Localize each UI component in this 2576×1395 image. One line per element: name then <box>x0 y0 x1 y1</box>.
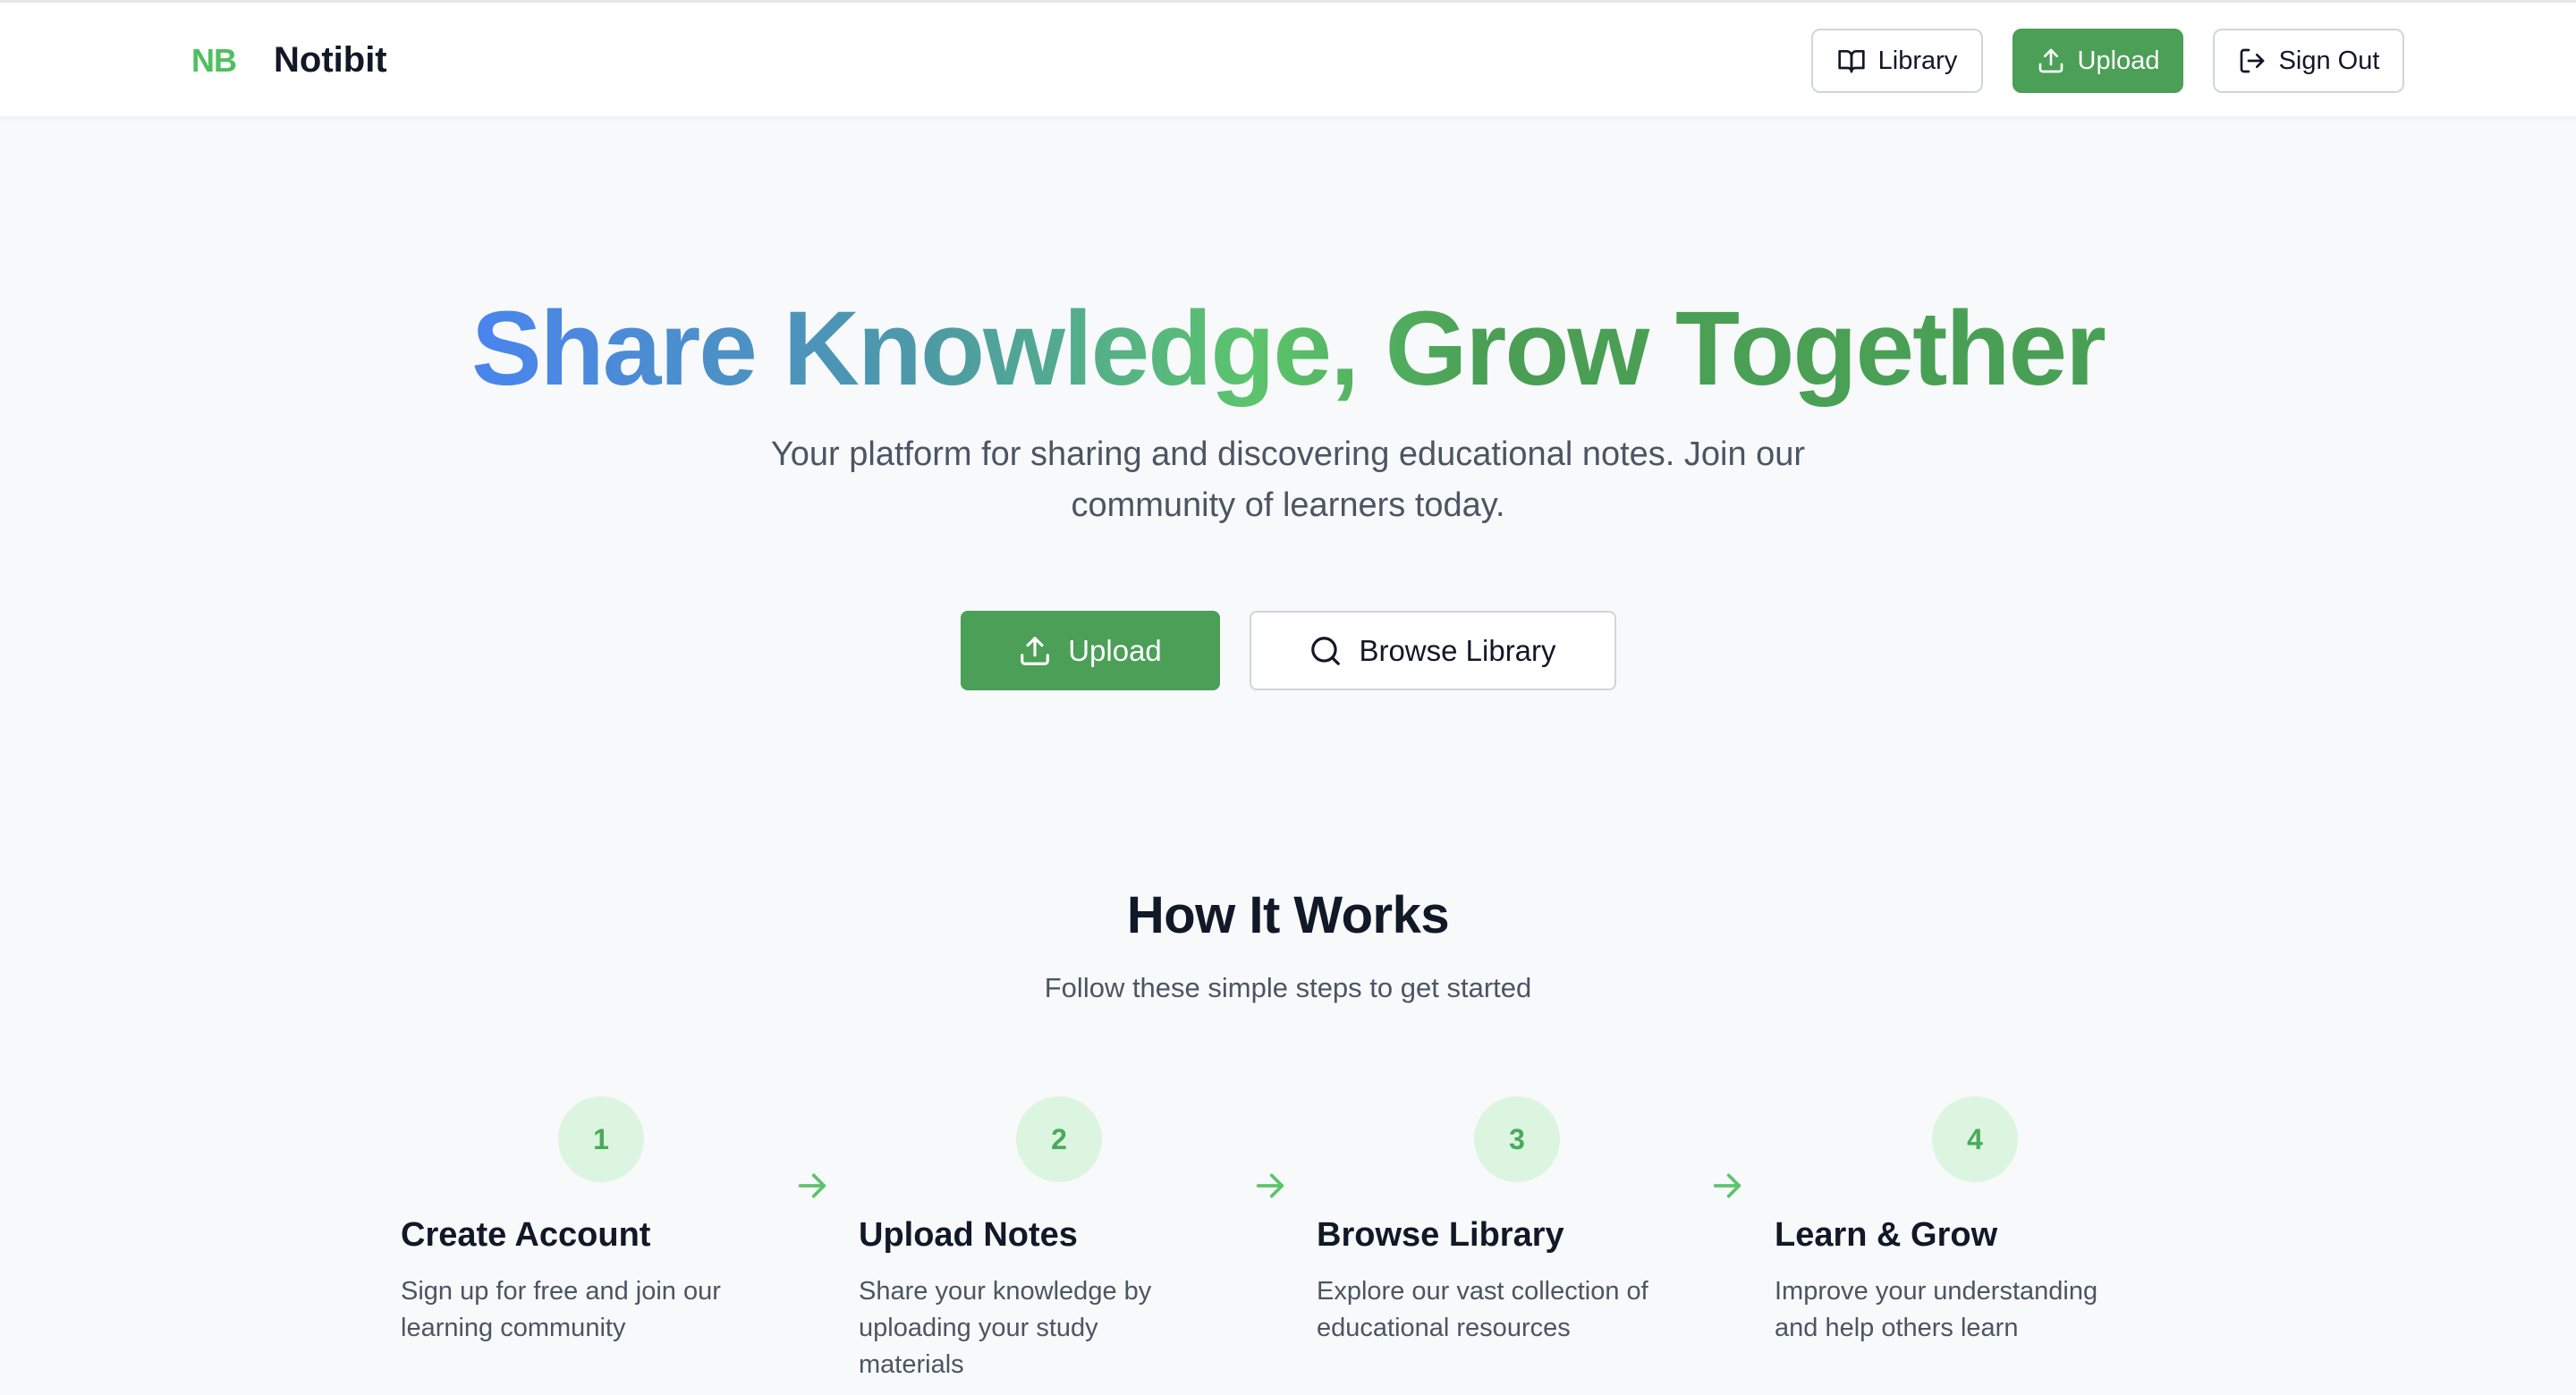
book-open-icon <box>1838 50 1865 73</box>
arrow-right-icon <box>798 1173 826 1198</box>
hero-upload-button[interactable]: Upload <box>960 611 1220 690</box>
brand-name: Notibit <box>274 40 387 80</box>
step-description: Share your knowledge by uploading your s… <box>859 1277 1152 1379</box>
step-title: Create Account <box>401 1216 651 1254</box>
hero-actions: Upload Browse Library <box>0 611 2576 690</box>
how-it-works-title: How It Works <box>1126 886 1450 944</box>
step-number: 2 <box>1016 1096 1102 1182</box>
header-nav: Library Upload Sign Out <box>1811 29 2404 93</box>
upload-nav-button[interactable]: Upload <box>2012 29 2183 93</box>
step-description: Explore our vast collection of education… <box>1317 1277 1648 1342</box>
logo-mark: NB <box>191 41 237 79</box>
arrow-right-icon <box>1713 1173 1741 1198</box>
sign-out-button[interactable]: Sign Out <box>2213 29 2404 93</box>
step-number: 3 <box>1474 1096 1560 1182</box>
arrow-right-icon <box>1256 1173 1284 1198</box>
step-number: 4 <box>1932 1096 2018 1182</box>
how-it-works-section: How It Works Follow these simple steps t… <box>0 885 2576 1004</box>
hero-title: Share Knowledge, Grow Together <box>471 286 2106 411</box>
how-it-works-subtitle: Follow these simple steps to get started <box>1044 972 1532 1003</box>
sign-out-label: Sign Out <box>2278 46 2380 75</box>
hero-upload-label: Upload <box>1068 633 1162 667</box>
upload-icon <box>2038 48 2063 73</box>
step-number: 1 <box>558 1096 644 1182</box>
step-description: Sign up for free and join our learning c… <box>401 1277 721 1342</box>
hero-section: Share Knowledge, Grow Together Your plat… <box>0 286 2576 531</box>
search-icon <box>1311 636 1341 665</box>
upload-nav-label: Upload <box>2077 46 2160 75</box>
step-title: Browse Library <box>1317 1216 1564 1254</box>
browse-library-label: Browse Library <box>1359 633 1556 667</box>
browse-library-button[interactable]: Browse Library <box>1249 611 1616 690</box>
step-title: Upload Notes <box>859 1216 1078 1254</box>
steps-list: 1 Create Account Sign up for free and jo… <box>401 1096 2190 1379</box>
hero-subtitle: Your platform for sharing and discoverin… <box>770 435 1806 524</box>
library-nav-label: Library <box>1877 46 1958 75</box>
upload-icon <box>1021 636 1050 665</box>
step-title: Learn & Grow <box>1775 1216 1998 1254</box>
step-description: Improve your understanding and help othe… <box>1775 1277 2098 1342</box>
top-navbar: NB Notibit Library Upload Sign Out <box>0 3 2576 118</box>
brand[interactable]: NB Notibit <box>191 3 387 118</box>
library-nav-button[interactable]: Library <box>1811 29 1983 93</box>
log-out-icon <box>2240 48 2264 73</box>
